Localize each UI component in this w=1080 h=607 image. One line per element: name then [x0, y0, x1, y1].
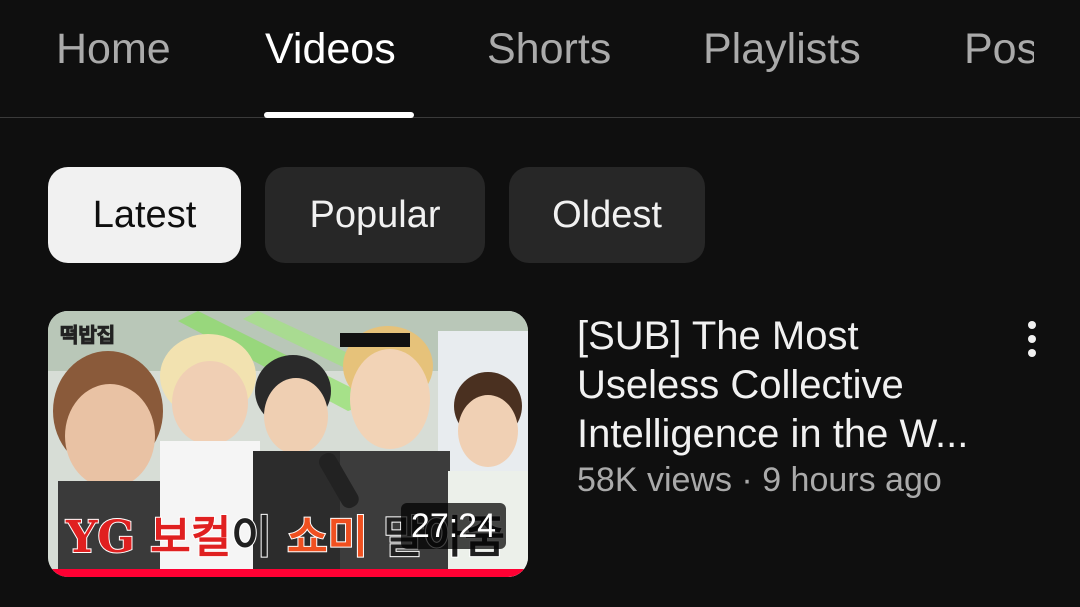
- watch-progress-bar: [48, 569, 528, 577]
- more-options-button[interactable]: [1012, 314, 1052, 364]
- channel-tab-bar: Home Videos Shorts Playlists Pos: [0, 0, 1080, 118]
- vertical-ellipsis-icon-dot: [1028, 335, 1036, 343]
- video-title[interactable]: [SUB] The Most Useless Collective Intell…: [577, 312, 997, 459]
- tab-posts[interactable]: Pos: [964, 24, 1034, 80]
- vertical-ellipsis-icon: [1028, 321, 1036, 329]
- video-duration-badge: 27:24: [400, 503, 506, 549]
- tab-home[interactable]: Home: [56, 24, 171, 74]
- thumbnail-corner-text: 떡밥집: [59, 325, 116, 348]
- video-metadata: 58K views · 9 hours ago: [577, 458, 942, 502]
- video-thumbnail[interactable]: 떡밥집 YG 보컬이 쇼미 말아줌 27:24: [48, 311, 528, 577]
- chip-latest[interactable]: Latest: [48, 167, 241, 263]
- vertical-ellipsis-icon-dot: [1028, 349, 1036, 357]
- chip-popular[interactable]: Popular: [265, 167, 485, 263]
- tab-playlists[interactable]: Playlists: [703, 24, 861, 74]
- meta-separator: ·: [741, 461, 753, 499]
- upload-age: 9 hours ago: [762, 461, 942, 499]
- chip-oldest[interactable]: Oldest: [509, 167, 705, 263]
- tab-videos[interactable]: Videos: [265, 24, 396, 74]
- active-tab-indicator: [264, 112, 414, 118]
- tab-shorts[interactable]: Shorts: [487, 24, 611, 74]
- view-count: 58K views: [577, 461, 732, 499]
